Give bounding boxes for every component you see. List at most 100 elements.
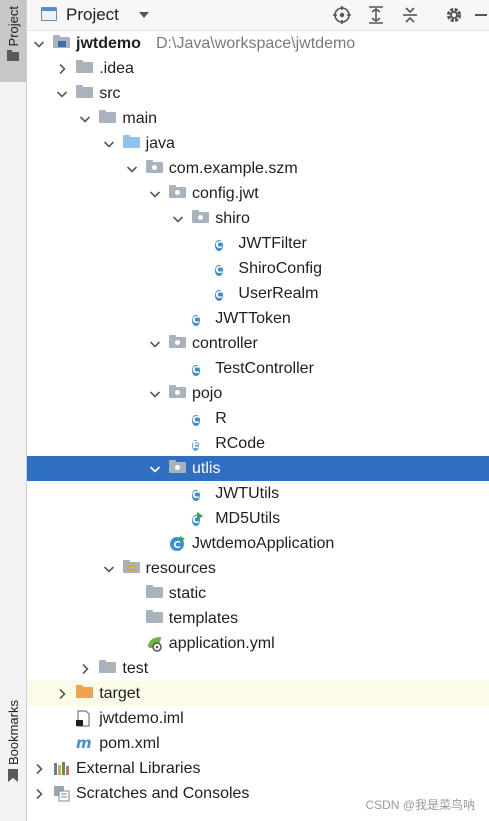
chevron-right-icon[interactable]: [33, 787, 45, 800]
tree-node-label: JWTFilter: [238, 235, 307, 252]
tree-node[interactable]: main: [27, 106, 489, 131]
chevron-right-icon[interactable]: [33, 762, 45, 775]
chevron-down-icon[interactable]: [172, 212, 184, 224]
tree-node-label: pojo: [192, 385, 223, 402]
tree-node-label: jwtdemo: [76, 35, 141, 52]
tree-node-label: JwtdemoApplication: [192, 535, 335, 552]
tree-node-label: R: [215, 410, 227, 427]
class-icon: C: [215, 265, 223, 276]
chevron-down-icon[interactable]: [33, 37, 45, 49]
spring-config-icon: [146, 635, 163, 652]
tree-node[interactable]: src: [27, 81, 489, 106]
tree-node[interactable]: resources: [27, 556, 489, 581]
chevron-right-icon[interactable]: [79, 662, 91, 675]
package-icon: [169, 385, 186, 402]
expand-all-icon[interactable]: [366, 5, 386, 25]
tree-node[interactable]: controller: [27, 331, 489, 356]
tree-node[interactable]: utlis: [27, 456, 489, 481]
tree-node-label: target: [99, 685, 141, 702]
chevron-down-icon[interactable]: [149, 387, 161, 399]
tree-node[interactable]: config.jwt: [27, 181, 489, 206]
chevron-down-icon[interactable]: [103, 137, 115, 149]
chevron-down-icon[interactable]: [126, 162, 138, 174]
tree-node[interactable]: C MD5Utils: [27, 506, 489, 531]
tree-node[interactable]: target: [27, 681, 489, 706]
tree-node-label: External Libraries: [76, 760, 201, 777]
tree-node[interactable]: .idea: [27, 56, 489, 81]
tree-node-label: resources: [145, 560, 216, 577]
project-view-selector[interactable]: Project: [66, 5, 119, 25]
bookmarks-tool-tab[interactable]: Bookmarks: [0, 700, 26, 800]
folder-icon: [145, 585, 163, 602]
tree-node[interactable]: m pom.xml: [27, 731, 489, 756]
tree-node[interactable]: C TestController: [27, 356, 489, 381]
tree-node[interactable]: java: [27, 131, 489, 156]
tree-node[interactable]: C JwtdemoApplication: [27, 531, 489, 556]
chevron-right-icon[interactable]: [56, 687, 68, 700]
tree-node[interactable]: C JWTFilter: [27, 231, 489, 256]
project-path: D:\Java\workspace\jwtdemo: [156, 35, 356, 52]
folder-icon: [99, 660, 117, 677]
folder-icon: [76, 85, 94, 102]
external-libraries-icon: [53, 760, 70, 777]
class-icon: C: [215, 290, 223, 301]
tree-node[interactable]: C JWTUtils: [27, 481, 489, 506]
tree-node[interactable]: com.example.szm: [27, 156, 489, 181]
hide-panel-icon[interactable]: [474, 5, 488, 25]
chevron-down-icon[interactable]: [149, 462, 161, 474]
tree-node[interactable]: templates: [27, 606, 489, 631]
module-folder-icon: [53, 35, 70, 52]
tree-node[interactable]: C JWTToken: [27, 306, 489, 331]
project-view-icon: [41, 7, 57, 21]
tree-node-label: RCode: [215, 435, 265, 452]
tree-node[interactable]: static: [27, 581, 489, 606]
tree-node[interactable]: External Libraries: [27, 756, 489, 781]
tree-node-label: Scratches and Consoles: [76, 785, 250, 802]
tree-node-label: MD5Utils: [215, 510, 281, 527]
tree-node-label: jwtdemo.iml: [99, 710, 184, 727]
chevron-down-icon[interactable]: [137, 9, 151, 21]
chevron-down-icon[interactable]: [79, 112, 91, 124]
project-tool-tab[interactable]: Project: [0, 0, 26, 82]
locate-icon[interactable]: [332, 5, 352, 25]
tree-node[interactable]: C ShiroConfig: [27, 256, 489, 281]
watermark: CSDN @我是菜鸟呐: [365, 798, 475, 812]
tree-node-label: static: [168, 585, 207, 602]
maven-icon: m: [76, 734, 93, 752]
chevron-down-icon[interactable]: [149, 337, 161, 349]
excluded-folder-icon: [76, 685, 94, 702]
collapse-all-icon[interactable]: [400, 5, 420, 25]
tool-window-strip: Project Bookmarks: [0, 0, 27, 821]
tree-node-label: JWTUtils: [215, 485, 280, 502]
chevron-down-icon[interactable]: [103, 562, 115, 574]
tree-node[interactable]: E RCode: [27, 431, 489, 456]
tree-node[interactable]: test: [27, 656, 489, 681]
chevron-right-icon[interactable]: [56, 62, 68, 75]
svg-text:m: m: [76, 735, 92, 752]
settings-icon[interactable]: [444, 5, 464, 25]
tree-node[interactable]: C UserRealm: [27, 281, 489, 306]
package-icon: [169, 185, 186, 202]
package-icon: [145, 160, 163, 177]
scratches-icon: [53, 785, 70, 802]
chevron-down-icon[interactable]: [149, 187, 161, 199]
tree-node[interactable]: CR: [27, 406, 489, 431]
source-folder-icon: [122, 135, 140, 152]
chevron-down-icon[interactable]: [56, 87, 68, 99]
folder-icon: [145, 610, 163, 627]
tree-node[interactable]: pojo: [27, 381, 489, 406]
class-icon: C: [192, 315, 200, 326]
tree-node-label: src: [99, 85, 121, 102]
class-icon: C: [215, 240, 223, 251]
tree-node-label: utlis: [192, 460, 221, 477]
tree-node-label: UserRealm: [238, 285, 319, 302]
module-file-icon: [76, 710, 93, 727]
tree-node[interactable]: shiro: [27, 206, 489, 231]
tree-node-label: shiro: [215, 210, 250, 227]
tree-node[interactable]: jwtdemo D:\Java\workspace\jwtdemo: [27, 31, 489, 56]
tree-node-label: java: [145, 135, 175, 152]
class-icon: C: [192, 365, 200, 376]
tree-node[interactable]: application.yml: [27, 631, 489, 656]
tree-node[interactable]: jwtdemo.iml: [27, 706, 489, 731]
tree-node-label: pom.xml: [99, 735, 160, 752]
